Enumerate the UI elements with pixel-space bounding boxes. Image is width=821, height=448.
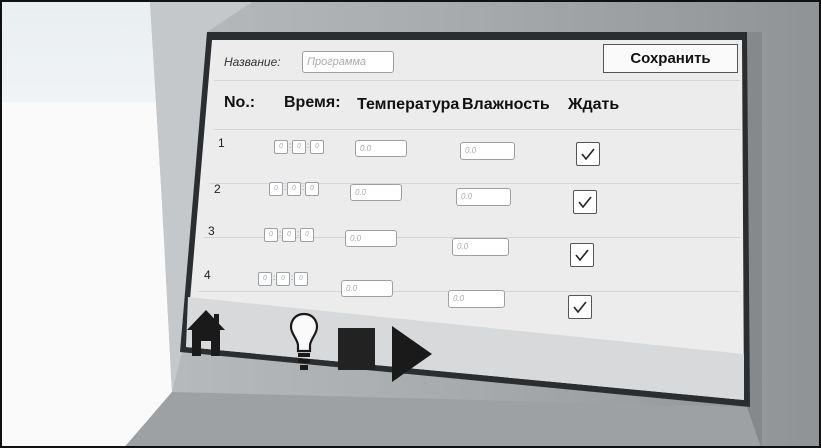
temperature-input[interactable]: 0.0: [355, 140, 407, 157]
wait-checkbox[interactable]: [570, 243, 594, 267]
checkmark-icon: [581, 148, 595, 161]
humidity-input[interactable]: 0.0: [456, 188, 511, 206]
checkmark-icon: [575, 249, 589, 262]
checkmark-icon: [578, 196, 592, 209]
time-separator: :: [279, 229, 282, 238]
row-number: 1: [218, 136, 225, 150]
time-hours-input[interactable]: 0: [274, 140, 288, 154]
home-icon[interactable]: [185, 308, 227, 358]
column-header-wait: Ждать: [568, 96, 620, 113]
column-header-temperature: Температура: [357, 96, 460, 113]
humidity-input[interactable]: 0.0: [448, 290, 505, 308]
time-minutes-input[interactable]: 0: [282, 228, 296, 242]
wait-checkbox[interactable]: [573, 190, 597, 214]
name-label: Название:: [224, 55, 281, 69]
row-separator: [214, 80, 740, 81]
row-separator: [214, 129, 740, 130]
row-number: 3: [208, 224, 215, 238]
time-minutes-input[interactable]: 0: [287, 182, 301, 196]
humidity-input[interactable]: 0.0: [452, 238, 509, 256]
play-icon[interactable]: [390, 324, 434, 384]
save-button[interactable]: Сохранить: [603, 44, 738, 73]
checkmark-icon: [573, 301, 587, 314]
time-seconds-input[interactable]: 0: [305, 182, 319, 196]
column-header-humidity: Влажность: [462, 96, 550, 113]
temperature-input[interactable]: 0.0: [350, 184, 402, 201]
time-hours-input[interactable]: 0: [258, 272, 272, 286]
time-hours-input[interactable]: 0: [264, 228, 278, 242]
time-separator: :: [289, 141, 292, 150]
time-seconds-input[interactable]: 0: [310, 140, 324, 154]
row-number: 4: [204, 268, 211, 282]
time-minutes-input[interactable]: 0: [292, 140, 306, 154]
time-minutes-input[interactable]: 0: [276, 272, 290, 286]
time-separator: :: [284, 183, 287, 192]
humidity-input[interactable]: 0.0: [460, 142, 515, 160]
time-separator: :: [291, 273, 294, 282]
temperature-input[interactable]: 0.0: [345, 230, 397, 247]
wait-checkbox[interactable]: [568, 295, 592, 319]
column-header-no: No.:: [224, 94, 256, 111]
program-name-input[interactable]: Программа: [302, 51, 394, 73]
wait-checkbox[interactable]: [576, 142, 600, 166]
lightbulb-icon[interactable]: [289, 312, 319, 374]
time-seconds-input[interactable]: 0: [300, 228, 314, 242]
time-hours-input[interactable]: 0: [269, 182, 283, 196]
time-separator: :: [273, 273, 276, 282]
stop-icon[interactable]: [338, 328, 375, 370]
viewport: Название: Программа Сохранить No.: Время…: [0, 0, 821, 448]
time-separator: :: [307, 141, 310, 150]
temperature-input[interactable]: 0.0: [341, 280, 393, 297]
row-number: 2: [214, 182, 221, 196]
column-header-time: Время:: [284, 94, 341, 111]
time-separator: :: [297, 229, 300, 238]
time-seconds-input[interactable]: 0: [294, 272, 308, 286]
time-separator: :: [302, 183, 305, 192]
